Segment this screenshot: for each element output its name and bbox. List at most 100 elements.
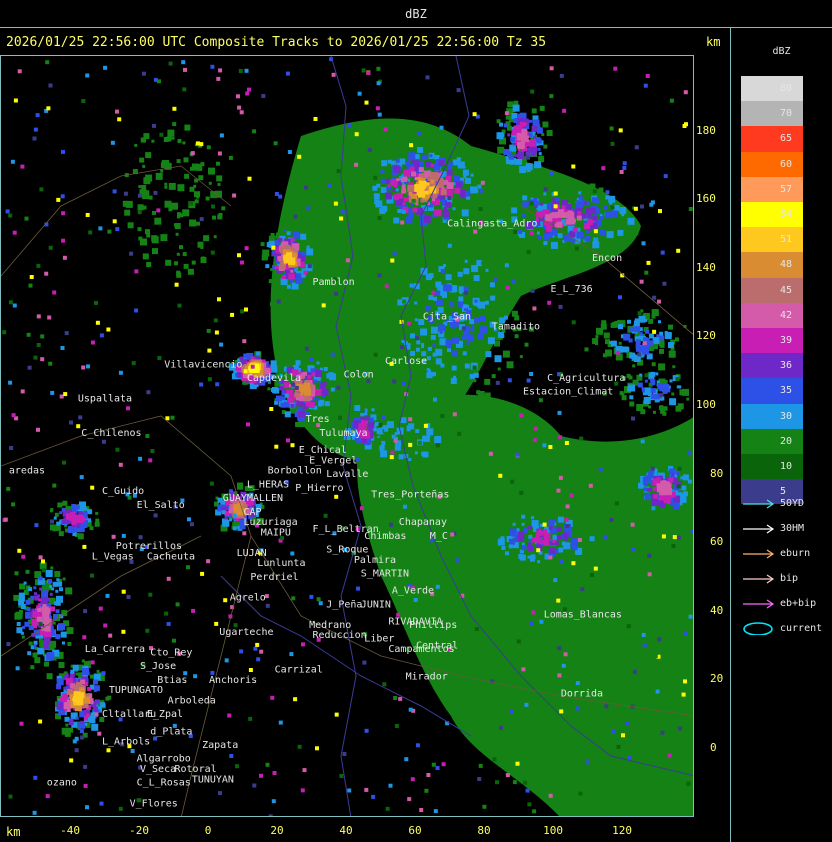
- echo-pixel: [401, 188, 407, 194]
- echo-pixel: [206, 328, 211, 333]
- echo-pixel: [235, 764, 239, 769]
- echo-pixel: [458, 301, 464, 307]
- echo-pixel: [137, 204, 144, 211]
- echo-pixel: [526, 378, 531, 383]
- echo-pixel: [637, 352, 642, 357]
- echo-pixel: [397, 209, 402, 213]
- y-tick-label: 100: [696, 398, 716, 411]
- echo-pixel: [637, 382, 643, 388]
- echo-pixel: [377, 112, 382, 117]
- echo-pixel: [170, 415, 175, 420]
- dbz-swatch: [741, 126, 803, 152]
- echo-pixel: [626, 373, 631, 378]
- echo-pixel: [399, 461, 407, 469]
- echo-pixel: [62, 577, 66, 581]
- echo-pixel: [627, 755, 632, 760]
- echo-pixel: [624, 346, 630, 352]
- echo-pixel: [329, 399, 335, 405]
- echo-pixel: [216, 175, 223, 182]
- echo-pixel: [307, 375, 312, 379]
- echo-pixel: [380, 179, 384, 183]
- echo-pixel: [186, 565, 190, 570]
- echo-pixel: [565, 218, 572, 225]
- radar-map-canvas[interactable]: UspallataC_ChilenosaredasC_GuidoEl_Salto…: [1, 56, 694, 817]
- place-label: C_Agricultura: [547, 373, 625, 384]
- echo-pixel: [152, 210, 156, 215]
- echo-pixel: [268, 279, 273, 284]
- echo-pixel: [448, 301, 454, 307]
- echo-pixel: [50, 390, 55, 395]
- place-label: Cjta_San: [423, 311, 471, 322]
- echo-pixel: [558, 209, 564, 216]
- echo-pixel: [495, 518, 501, 524]
- echo-pixel: [126, 406, 130, 411]
- y-tick-label: 80: [710, 466, 724, 480]
- echo-pixel: [451, 350, 458, 357]
- echo-pixel: [472, 365, 477, 370]
- echo-pixel: [417, 146, 424, 153]
- echo-pixel: [638, 506, 643, 511]
- echo-pixel: [316, 597, 321, 602]
- place-label: Lomas_Blancas: [544, 610, 622, 621]
- echo-pixel: [511, 531, 517, 537]
- echo-pixel: [403, 504, 407, 509]
- echo-pixel: [134, 269, 139, 274]
- echo-pixel: [505, 156, 509, 160]
- place-label: Carrizal: [275, 665, 323, 676]
- echo-pixel: [536, 138, 542, 144]
- echo-pixel: [394, 417, 400, 423]
- echo-pixel: [50, 519, 54, 524]
- radar-map[interactable]: Uspallata C_Chilenos aredas C_Guido El_Salto…: [0, 55, 694, 817]
- echo-pixel: [503, 315, 508, 320]
- echo-pixel: [248, 668, 253, 672]
- echo-pixel: [199, 382, 204, 387]
- echo-pixel: [675, 405, 682, 412]
- echo-pixel: [557, 523, 561, 527]
- echo-pixel: [678, 385, 682, 389]
- echo-pixel: [639, 373, 643, 377]
- echo-pixel: [232, 526, 237, 531]
- echo-pixel: [681, 692, 686, 697]
- echo-pixel: [259, 649, 264, 654]
- echo-pixel: [306, 245, 310, 249]
- echo-pixel: [403, 169, 411, 177]
- echo-pixel: [88, 230, 93, 235]
- echo-pixel: [419, 381, 427, 388]
- place-label: Mirador: [406, 671, 448, 682]
- echo-pixel: [529, 201, 534, 206]
- echo-pixel: [323, 513, 328, 518]
- echo-pixel: [103, 623, 108, 628]
- echo-pixel: [60, 631, 67, 638]
- echo-pixel: [432, 198, 435, 202]
- echo-pixel: [229, 503, 233, 507]
- echo-pixel: [384, 192, 392, 200]
- echo-pixel: [430, 179, 435, 184]
- echo-pixel: [400, 345, 405, 350]
- echo-pixel: [74, 692, 78, 696]
- echo-pixel: [472, 112, 477, 117]
- echo-pixel: [569, 493, 574, 498]
- echo-pixel: [321, 303, 326, 308]
- echo-pixel: [504, 111, 509, 116]
- echo-pixel: [394, 371, 401, 378]
- echo-pixel: [677, 466, 682, 471]
- echo-pixel: [24, 621, 30, 627]
- echo-pixel: [290, 238, 295, 243]
- echo-pixel: [527, 802, 532, 807]
- echo-pixel: [265, 762, 270, 767]
- echo-pixel: [63, 392, 68, 397]
- echo-pixel: [526, 250, 531, 255]
- echo-pixel: [425, 462, 431, 468]
- echo-pixel: [398, 227, 406, 235]
- echo-pixel: [578, 191, 582, 195]
- echo-pixel: [17, 548, 22, 553]
- echo-pixel: [54, 512, 59, 517]
- echo-pixel: [519, 490, 524, 495]
- echo-pixel: [575, 706, 580, 711]
- echo-pixel: [459, 189, 466, 196]
- echo-pixel: [578, 195, 583, 200]
- echo-pixel: [142, 253, 149, 260]
- echo-pixel: [484, 300, 489, 305]
- echo-pixel: [14, 571, 19, 576]
- echo-pixel: [20, 389, 25, 394]
